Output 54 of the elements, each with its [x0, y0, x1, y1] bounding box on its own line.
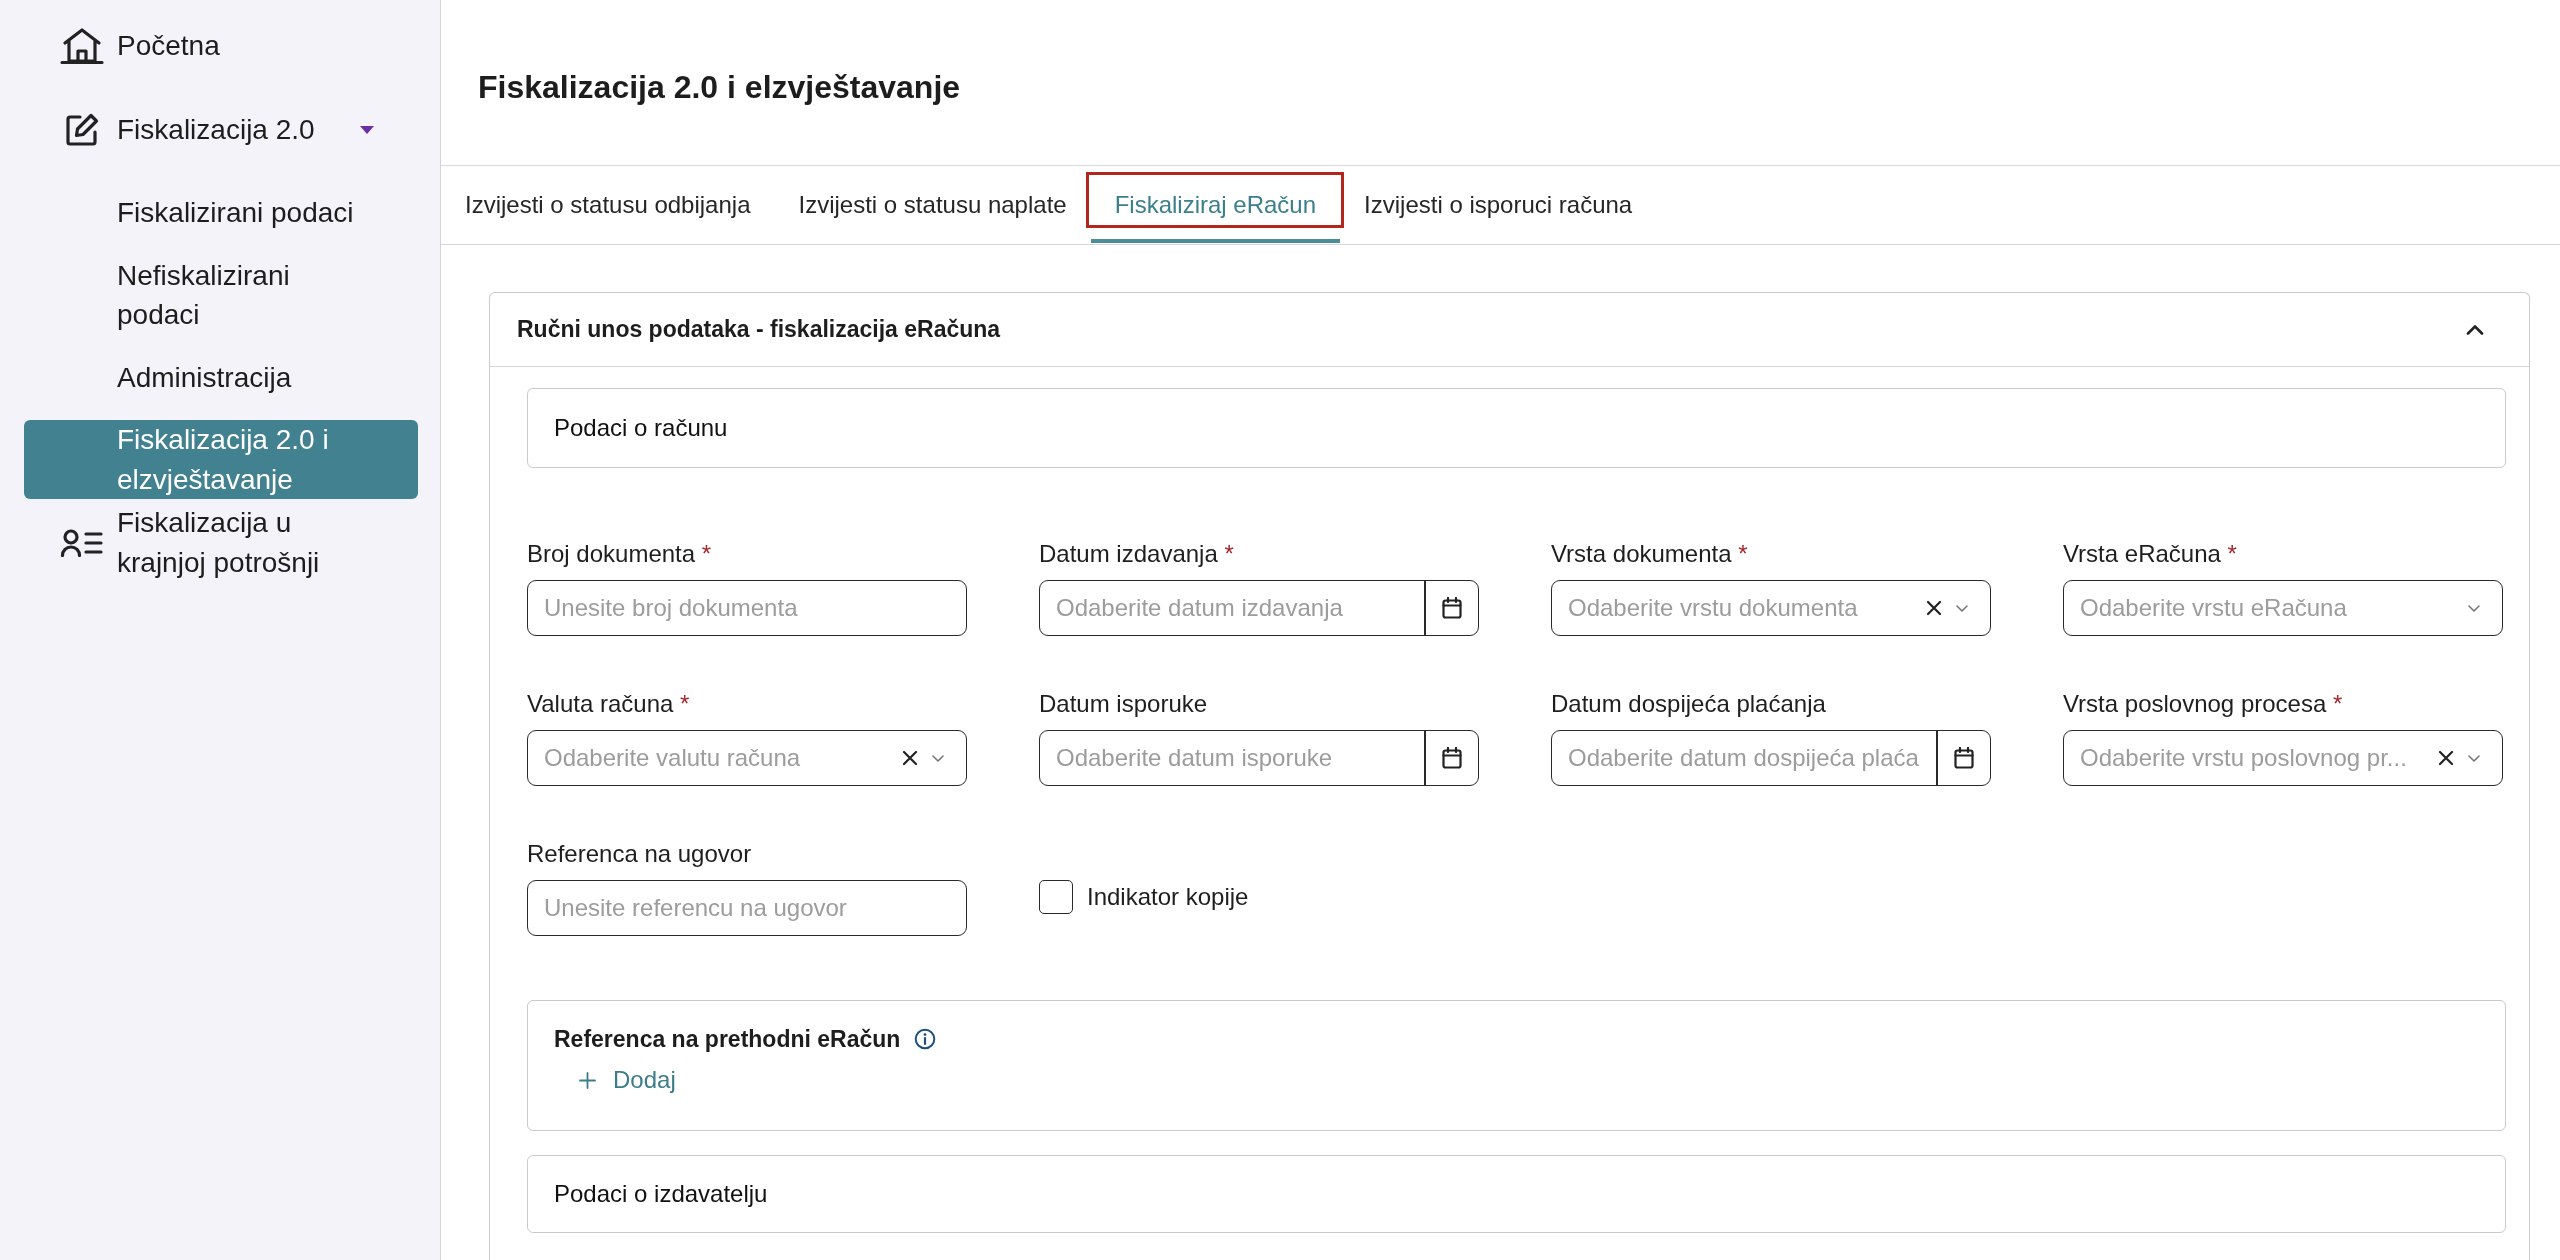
- field-label: Broj dokumenta *: [527, 540, 712, 567]
- field-label: Referenca na ugovor: [527, 840, 752, 867]
- field-label: Vrsta poslovnog procesa *: [2063, 690, 2343, 717]
- person-list-icon: [60, 528, 104, 557]
- select-field[interactable]: Odaberite vrstu eRačuna: [2063, 580, 2503, 636]
- text-field[interactable]: Unesite referencu na ugovor: [527, 880, 967, 936]
- plus-icon: [579, 1071, 596, 1089]
- checkbox[interactable]: [1039, 880, 1073, 914]
- home-icon: [60, 27, 104, 65]
- date-field[interactable]: Odaberite datum dospijeća plaća: [1551, 730, 1991, 786]
- field-label: Valuta računa *: [527, 690, 690, 717]
- clear-icon[interactable]: [2438, 750, 2454, 766]
- sidebar-item[interactable]: Fiskalizirani podaci: [24, 193, 418, 233]
- sidebar-item[interactable]: Nefiskalizirani podaci: [24, 255, 418, 335]
- tab[interactable]: Fiskaliziraj eRačun: [1090, 166, 1341, 243]
- add-button[interactable]: Dodaj: [579, 1066, 676, 1094]
- date-field[interactable]: Odaberite datum izdavanja: [1039, 580, 1479, 636]
- date-field[interactable]: Odaberite datum isporuke: [1039, 730, 1479, 786]
- section-title: Podaci o izdavatelju: [554, 1180, 768, 1208]
- sidebar-item[interactable]: Fiskalizacija 2.0: [24, 110, 418, 150]
- chevron-down-icon[interactable]: [1956, 604, 1968, 612]
- sidebar-item[interactable]: Početna: [24, 26, 418, 66]
- chevron-down-icon[interactable]: [2468, 604, 2480, 612]
- clear-icon[interactable]: [1926, 600, 1942, 616]
- section-title: Referenca na prethodni eRačun: [554, 1025, 901, 1053]
- chevron-up-icon[interactable]: [2466, 324, 2484, 335]
- calendar-icon: [1954, 747, 1974, 769]
- clear-icon[interactable]: [902, 750, 918, 766]
- panel-title: Ručni unos podataka - fiskalizacija eRačuna: [517, 316, 1001, 343]
- caret-down-icon[interactable]: [360, 126, 374, 134]
- edit-icon: [64, 112, 100, 148]
- select-field[interactable]: Odaberite vrstu dokumenta: [1551, 580, 1991, 636]
- tab[interactable]: Izvijesti o statusu naplate: [774, 166, 1091, 243]
- section-title: Podaci o računu: [554, 414, 728, 442]
- field-label: Datum isporuke: [1039, 690, 1208, 717]
- field-label: Vrsta eRačuna *: [2063, 540, 2237, 567]
- info-icon[interactable]: [914, 1028, 937, 1050]
- select-field[interactable]: Odaberite vrstu poslovnog pr...: [2063, 730, 2503, 786]
- text-field[interactable]: Unesite broj dokumenta: [527, 580, 967, 636]
- chevron-down-icon[interactable]: [2468, 754, 2480, 762]
- page-title: Fiskalizacija 2.0 i elzvještavanje: [478, 69, 961, 106]
- calendar-icon: [1442, 597, 1462, 619]
- sidebar-item[interactable]: Fiskalizacija 2.0 i elzvještavanje: [24, 420, 418, 499]
- tab[interactable]: Izvijesti o isporuci računa: [1340, 166, 1657, 243]
- chevron-down-icon[interactable]: [932, 754, 944, 762]
- field-label: Datum dospijeća plaćanja: [1551, 690, 1826, 717]
- select-field[interactable]: Odaberite valutu računa: [527, 730, 967, 786]
- tab[interactable]: Izvijesti o statusu odbijanja: [441, 166, 775, 243]
- field-label: Datum izdavanja *: [1039, 540, 1234, 567]
- sidebar-item[interactable]: Fiskalizacija u krajnjoj potrošnji: [24, 503, 418, 582]
- sidebar-item[interactable]: Administracija: [24, 357, 418, 397]
- checkbox-label: Indikator kopije: [1087, 883, 1249, 911]
- calendar-icon: [1442, 747, 1462, 769]
- field-label: Vrsta dokumenta *: [1551, 540, 1748, 567]
